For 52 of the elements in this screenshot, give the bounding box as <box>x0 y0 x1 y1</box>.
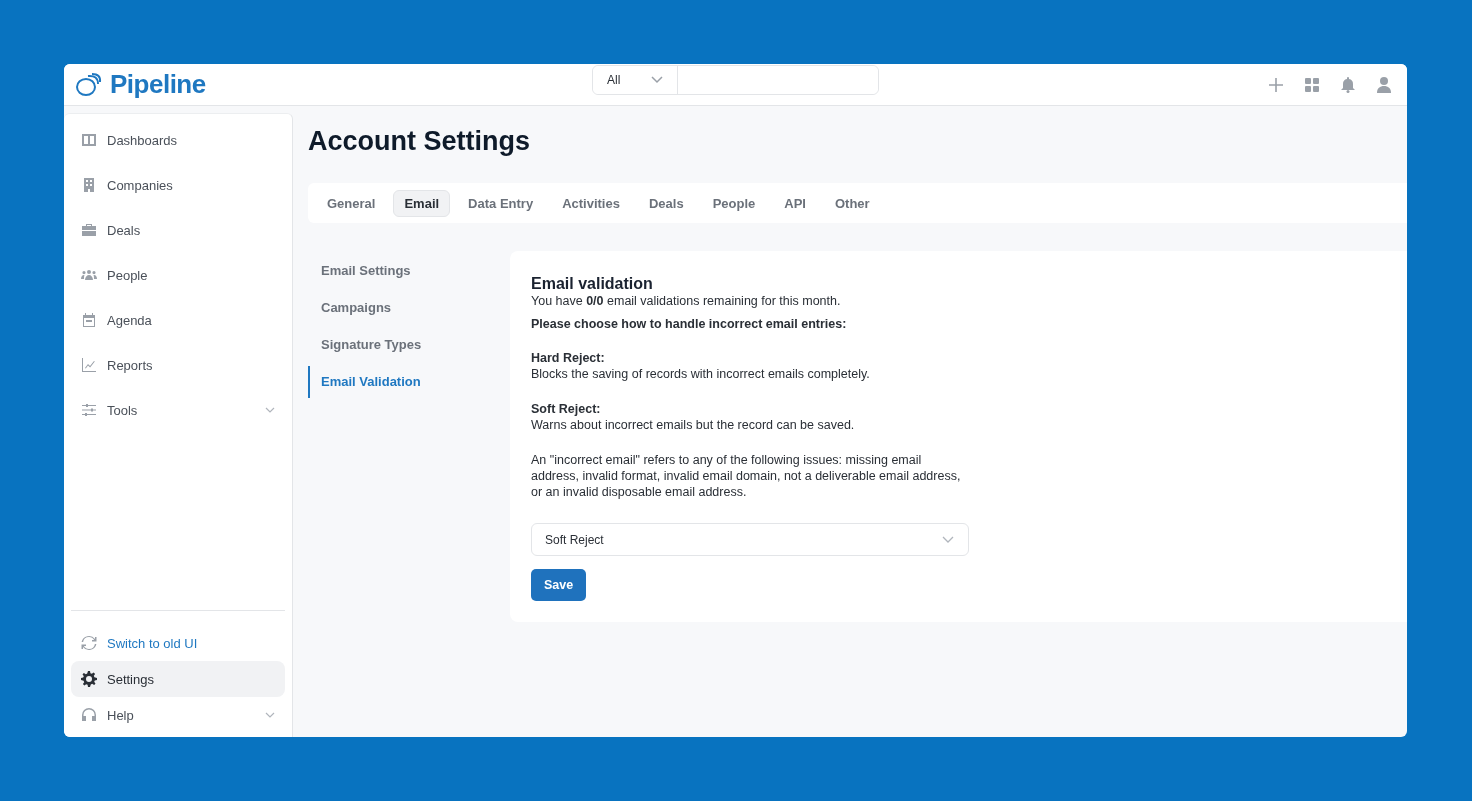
nav-icon <box>81 267 97 283</box>
nav-icon <box>81 222 97 238</box>
sidebar-item[interactable]: Help <box>71 697 285 733</box>
sidebar-item[interactable]: Agenda <box>71 302 285 338</box>
nav-icon <box>81 132 97 148</box>
sidebar-item[interactable]: Dashboards <box>71 122 285 158</box>
option-description: Blocks the saving of records with incorrect emails completely. <box>531 366 871 382</box>
card-title: Email validation <box>531 275 654 293</box>
option-term: Hard Reject: <box>531 350 606 366</box>
tab[interactable]: Other <box>823 189 881 217</box>
sidebar-item[interactable]: People <box>71 257 285 293</box>
chevron-down-icon <box>265 407 275 413</box>
page-title: Account Settings <box>308 126 531 158</box>
bell-icon[interactable] <box>1341 76 1355 93</box>
prompt-text: Please choose how to handle incorrect email entries: <box>531 316 848 332</box>
sidebar-item[interactable]: Reports <box>71 347 285 383</box>
nav-icon <box>81 357 97 373</box>
nav-icon <box>81 312 97 328</box>
plus-icon[interactable] <box>1269 77 1283 92</box>
sidebar-item[interactable]: Companies <box>71 167 285 203</box>
save-button[interactable]: Save <box>531 569 587 601</box>
tab[interactable]: Deals <box>637 189 695 217</box>
remaining-text: You have 0/0 email validations remaining for this month. <box>531 293 842 309</box>
chevron-down-icon <box>651 76 663 84</box>
grid-icon[interactable] <box>1305 77 1319 92</box>
sidebar-item[interactable]: Switch to old UI <box>71 625 285 661</box>
option-term: Soft Reject: <box>531 401 602 417</box>
reject-mode-dropdown[interactable]: Soft Reject <box>531 523 969 556</box>
tab[interactable]: General <box>316 189 387 217</box>
tab[interactable]: API <box>773 189 817 217</box>
tab[interactable]: Email <box>393 189 451 217</box>
logo-icon <box>74 71 102 98</box>
subnav-item[interactable]: Campaigns <box>308 298 510 318</box>
note-text: An "incorrect email" refers to any of the following issues: missing email address, invalid format, invalid email domain, not a deliverable email address, or an invalid disposable email address. <box>531 452 962 500</box>
nav-icon <box>81 635 97 651</box>
user-icon[interactable] <box>1377 76 1391 93</box>
chevron-down-icon <box>942 536 954 543</box>
chevron-down-icon <box>265 712 275 718</box>
nav-icon <box>81 402 97 418</box>
nav-icon <box>81 707 97 723</box>
sidebar-item[interactable]: Deals <box>71 212 285 248</box>
nav-icon <box>81 671 97 687</box>
tab[interactable]: Data Entry <box>457 189 545 217</box>
tab[interactable]: People <box>701 189 767 217</box>
tab[interactable]: Activities <box>551 189 631 217</box>
sidebar-item[interactable]: Settings <box>71 661 285 697</box>
sidebar-item[interactable]: Tools <box>71 392 285 428</box>
subnav-item[interactable]: Email Settings <box>308 261 510 281</box>
subnav-item[interactable]: Signature Types <box>308 335 510 355</box>
nav-icon <box>81 177 97 193</box>
option-description: Warns about incorrect emails but the record can be saved. <box>531 417 856 433</box>
logo-text[interactable]: Pipeline <box>110 69 206 100</box>
